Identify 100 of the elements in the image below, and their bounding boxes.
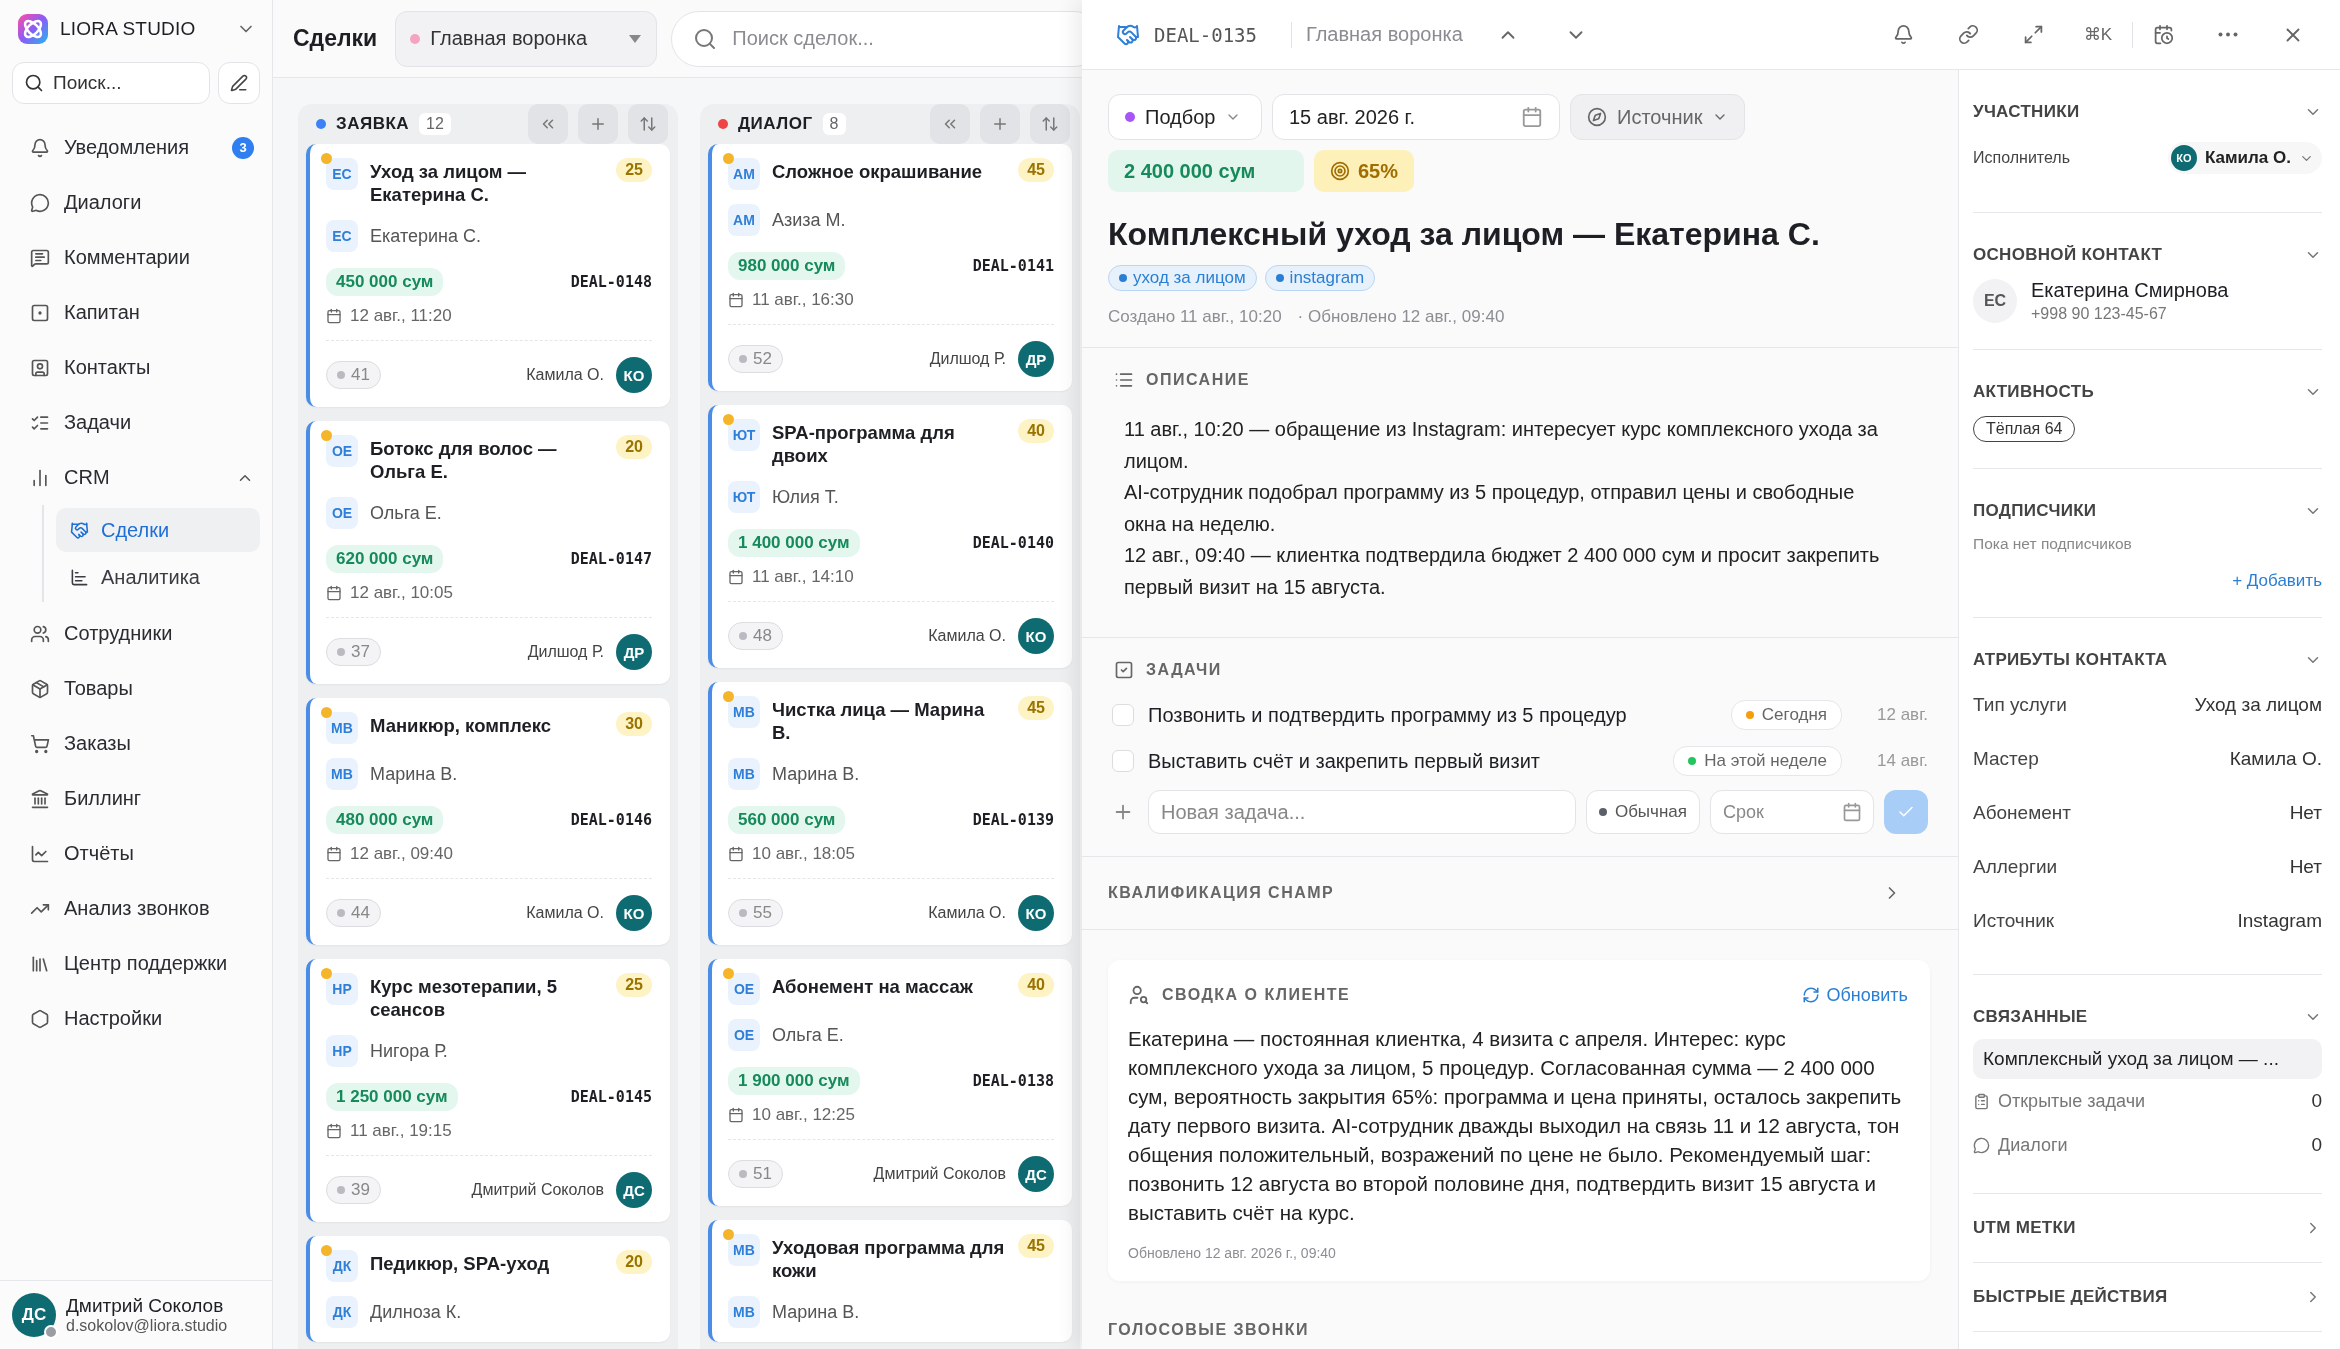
expand-icon [2022,24,2044,45]
clipboard-icon [1973,1092,1990,1110]
calendar-icon [728,569,744,585]
nav-item[interactable]: Настройки [12,991,260,1046]
status-dot [723,968,734,979]
related-label: Открытые задачи [1998,1090,2146,1112]
contact-name: Марина В. [772,1301,860,1323]
search-field[interactable]: Поиск сделок... [671,10,1082,67]
contact-initials: ДК [326,1296,358,1328]
nav-item[interactable]: Задачи [12,395,260,450]
deal-title: Абонемент на массаж [772,975,974,998]
deal-title: Ботокс для волос — Ольга Е. [370,437,558,483]
nav-item[interactable]: Биллинг [12,771,260,826]
shortcut-button[interactable]: ⌘K [2077,18,2118,51]
field-value: Instagram [2237,910,2322,932]
task-date: 14 авг. [1876,751,1928,771]
deal-id: DEAL-0147 [570,550,652,568]
score-badge: 40 [1018,419,1054,443]
deal-id: DEAL-0145 [570,1088,652,1106]
nav-item[interactable]: Контакты [12,340,260,395]
field-value: Камила О. [2229,748,2322,770]
dot-icon [337,371,345,379]
nav-item[interactable]: Анализ звонков [12,881,260,936]
add-link[interactable]: + Добавить [2232,571,2322,591]
assignee-select[interactable]: КО Камила О. [2168,142,2322,174]
section-title: АТРИБУТЫ КОНТАКТА [1973,650,2168,670]
nav-item[interactable]: Товары [12,661,260,716]
deal-card[interactable]: ЮТ SPA-программа для двоих 40 ЮТ Юлия Т. 1 400 000 сум DEAL-0140 11 авг., 14:10 48 Камила О. КО [708,405,1072,668]
nav-item[interactable]: Заказы [12,716,260,771]
deal-id: DEAL-0141 [972,257,1054,275]
pipeline-select[interactable]: Главная воронка [395,10,658,67]
caret-icon [628,33,643,44]
owner-avatar: ДС [1018,1156,1054,1192]
owner-avatar: КО [616,357,652,393]
nav-item[interactable]: Капитан [12,285,260,340]
section-title: ЗАДАЧИ [1146,661,1222,679]
section-title: СВОДКА О КЛИЕНТЕ [1162,986,1351,1004]
stage-select[interactable]: Подбор [1108,94,1262,140]
owner-name: Камила О. [526,366,604,384]
contact-initials: НР [326,1035,358,1067]
deal-card[interactable]: ОЕ Абонемент на массаж 40 ОЕ Ольга Е. 1 900 000 сум DEAL-0138 10 авг., 12:25 51 Дмитрий Соколов ДС [708,959,1072,1206]
contact-name: Екатерина С. [370,225,481,247]
related-deal-link[interactable]: Комплексный уход за лицом — ... [1973,1039,2322,1079]
task-checkbox[interactable] [1112,704,1134,726]
target-icon [1330,161,1350,181]
nav-item[interactable]: CRM [12,450,260,505]
workspace-name: LIORA STUDIO [60,18,197,40]
nav-item[interactable]: Уведомления 3 [12,120,260,175]
nav-subitem[interactable]: Сделки [56,508,260,552]
field-label: Источник [1973,910,2055,932]
task-checkbox[interactable] [1112,750,1134,772]
source-select[interactable]: Источник [1570,94,1746,140]
refresh-button[interactable]: Обновить [1802,984,1908,1006]
user-email: d.sokolov@liora.studio [66,1317,228,1335]
amount-badge: 1 250 000 сум [326,1083,458,1111]
search-field[interactable]: Поиск... [12,62,210,104]
deal-card[interactable]: ОЕ Ботокс для волос — Ольга Е. 20 ОЕ Ольга Е. 620 000 сум DEAL-0147 12 авг., 10:05 37 Дилшод Р. ДР [306,421,670,684]
deal-card[interactable]: МВ Уходовая программа для кожи 45 МВ Марина В. [708,1220,1072,1342]
contact-avatar: ЕС [1973,279,2017,323]
updated-date: Обновлено 12 авг. 2026 г., 09:40 [1128,1245,1337,1261]
contact-initials: ЮТ [728,481,760,513]
deadline-field[interactable]: Срок [1710,790,1874,834]
dot-icon [1598,808,1607,816]
new-task-field[interactable]: Новая задача... [1148,790,1576,834]
sort-button[interactable] [628,104,668,144]
dot-icon [739,909,747,917]
contact-initials: ОЕ [326,497,358,529]
owner-avatar: КО [616,895,652,931]
add-button[interactable] [980,104,1020,144]
priority-select[interactable]: Обычная [1585,790,1700,834]
deal-card[interactable]: АМ Сложное окрашивание 45 АМ Азиза М. 980 000 сум DEAL-0141 11 авг., 16:30 52 Дилшод Р. ДР [708,144,1072,391]
add-button[interactable] [578,104,618,144]
contact-initials: ОЕ [728,1019,760,1051]
deal-card[interactable]: МВ Чистка лица — Марина В. 45 МВ Марина В. 560 000 сум DEAL-0139 10 авг., 18:05 55 Камила О. КО [708,682,1072,945]
deal-card[interactable]: ДК Педикюр, SPA-уход 20 ДК Дилноза К. [306,1236,670,1342]
deal-card[interactable]: НР Курс мезотерапии, 5 сеансов 25 НР Нигора Р. 1 250 000 сум DEAL-0145 11 авг., 19:15 39 Дмитрий Соколов ДС [306,959,670,1222]
calendar-icon [326,1123,342,1139]
section-title: ОПИСАНИЕ [1146,371,1250,389]
deal-card[interactable]: МВ Маникюр, комплекс 30 МВ Марина В. 480 000 сум DEAL-0146 12 авг., 09:40 44 Камила О. КО [306,698,670,945]
nav-item[interactable]: Центр поддержки [12,936,260,991]
column-count: 8 [822,113,846,135]
section-title: УЧАСТНИКИ [1973,102,2080,122]
assignee-name: Камила О. [2205,148,2291,168]
nav-item[interactable]: Сотрудники [12,606,260,661]
created-date: Создано 11 авг., 10:20 [1108,307,1282,327]
nav-item[interactable]: Отчёты [12,826,260,881]
compose-button[interactable] [218,62,260,104]
people-icon [30,623,50,644]
deal-card[interactable]: ЕС Уход за лицом — Екатерина С. 25 ЕС Екатерина С. 450 000 сум DEAL-0148 12 авг., 11:20 41 Камила О. КО [306,144,670,407]
amount-badge: 620 000 сум [326,545,444,573]
nav-subitem[interactable]: Аналитика [56,555,260,599]
score-badge: 20 [616,1250,652,1274]
nav-item[interactable]: Диалоги [12,175,260,230]
nav-item[interactable]: Комментарии [12,230,260,285]
dot-icon [410,33,421,44]
contact-card-icon [30,357,50,378]
status-dot [321,968,332,979]
deal-title: Маникюр, комплекс [370,714,553,737]
sort-button[interactable] [1030,104,1070,144]
date-field[interactable]: 15 авг. 2026 г. [1272,94,1560,140]
